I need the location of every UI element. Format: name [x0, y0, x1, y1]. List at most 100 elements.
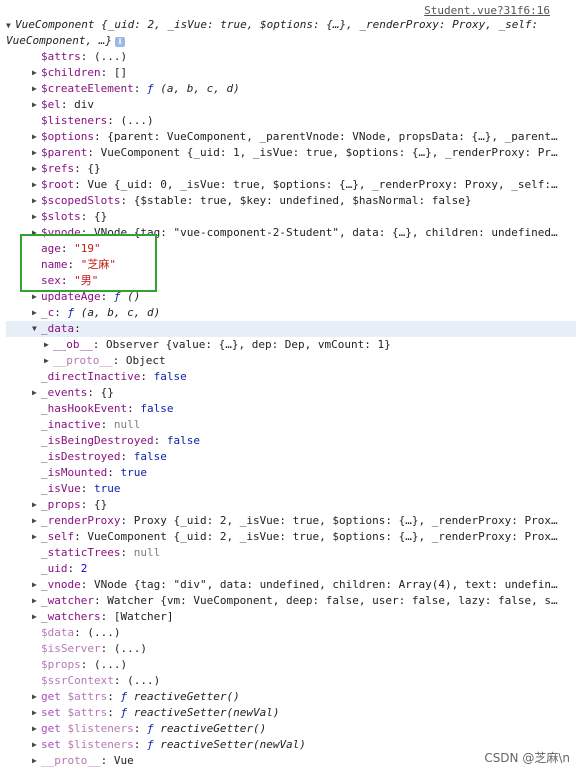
expand-triangle-icon[interactable]: ▶: [32, 81, 41, 97]
expand-triangle-icon[interactable]: ▶: [32, 385, 41, 401]
expand-triangle-icon[interactable]: ▶: [32, 129, 41, 145]
expand-triangle-icon[interactable]: ▶: [32, 145, 41, 161]
colon: :: [60, 274, 75, 287]
colon: :: [133, 82, 147, 95]
expand-triangle-icon[interactable]: ▶: [32, 305, 41, 321]
property-row-isdestroyed: _isDestroyed: false: [6, 449, 576, 465]
property-row-isvue: _isVue: true: [6, 481, 576, 497]
info-icon[interactable]: i: [114, 37, 125, 47]
colon: :: [107, 114, 121, 127]
property-value: {$stable: true, $key: undefined, $hasNor…: [133, 194, 472, 207]
property-row-self[interactable]: ▶ _self: VueComponent {_uid: 2, _isVue: t…: [6, 529, 576, 545]
property-value: ƒ reactiveGetter(): [120, 690, 240, 703]
property-value: (...): [120, 114, 154, 127]
expand-triangle-icon[interactable]: ▶: [44, 337, 53, 353]
colon: :: [74, 626, 88, 639]
expand-triangle-icon[interactable]: ▶: [32, 753, 41, 769]
colon: :: [60, 242, 75, 255]
expand-triangle-icon[interactable]: ▶: [32, 577, 41, 593]
property-value: false: [140, 402, 174, 415]
property-key: _isDestroyed: [41, 450, 121, 463]
property-row-c[interactable]: ▶ _c: ƒ (a, b, c, d): [6, 305, 576, 321]
property-value: ƒ (a, b, c, d): [146, 82, 240, 95]
property-key: __proto__: [41, 754, 101, 767]
collapse-triangle-icon[interactable]: ▼: [6, 18, 15, 33]
colon: :: [133, 738, 147, 751]
root-object-header[interactable]: ▼ VueComponent {_uid: 2, _isVue: true, $o…: [6, 17, 576, 33]
expand-triangle-icon[interactable]: ▶: [32, 193, 41, 209]
expand-triangle-icon[interactable]: ▶: [32, 209, 41, 225]
property-row-children[interactable]: ▶ $children: []: [6, 65, 576, 81]
property-row-get-attrs[interactable]: ▶ get $attrs: ƒ reactiveGetter(): [6, 689, 576, 705]
property-row-root[interactable]: ▶ $root: Vue {_uid: 0, _isVue: true, $opt…: [6, 177, 576, 193]
colon: :: [120, 546, 134, 559]
property-row-scopedslots[interactable]: ▶ $scopedSlots: {$stable: true, $key: und…: [6, 193, 576, 209]
property-row-isbeingdestroyed: _isBeingDestroyed: false: [6, 433, 576, 449]
property-value: "19": [74, 242, 101, 255]
expand-triangle-icon[interactable]: ▶: [32, 721, 41, 737]
expand-triangle-icon[interactable]: ▶: [44, 353, 53, 369]
colon: :: [60, 98, 75, 111]
property-row-options[interactable]: ▶ $options: {parent: VueComponent, _paren…: [6, 129, 576, 145]
property-row-ob[interactable]: ▶ __ob__: Observer {value: {…}, dep: Dep,…: [6, 337, 576, 353]
property-row-watcher[interactable]: ▶ _watcher: Watcher {vm: VueComponent, de…: [6, 593, 576, 609]
property-row-updateage[interactable]: ▶ updateAge: ƒ (): [6, 289, 576, 305]
property-value: Watcher {vm: VueComponent, deep: false, …: [107, 594, 558, 607]
property-row-proto[interactable]: ▶ __proto__: Object: [6, 353, 576, 369]
property-row-watchers[interactable]: ▶ _watchers: [Watcher]: [6, 609, 576, 625]
collapse-triangle-icon[interactable]: ▼: [32, 321, 41, 337]
property-row-createelement[interactable]: ▶ $createElement: ƒ (a, b, c, d): [6, 81, 576, 97]
property-row-renderproxy[interactable]: ▶ _renderProxy: Proxy {_uid: 2, _isVue: t…: [6, 513, 576, 529]
property-row-vnode[interactable]: ▶ _vnode: VNode {tag: "div", data: undefi…: [6, 577, 576, 593]
expand-triangle-icon[interactable]: ▶: [32, 65, 41, 81]
expand-triangle-icon[interactable]: ▶: [32, 689, 41, 705]
property-value: Vue {_uid: 0, _isVue: true, $options: {……: [87, 178, 558, 191]
expand-triangle-icon[interactable]: ▶: [32, 289, 41, 305]
accessor-prefix: get: [41, 722, 68, 735]
property-value: []: [113, 66, 128, 79]
expand-triangle-icon[interactable]: ▶: [32, 177, 41, 193]
property-row-set-attrs[interactable]: ▶ set $attrs: ƒ reactiveSetter(newVal): [6, 705, 576, 721]
property-key: _watchers: [41, 610, 101, 623]
property-row-events[interactable]: ▶ _events: {}: [6, 385, 576, 401]
colon: :: [67, 562, 81, 575]
property-row-directinactive: _directInactive: false: [6, 369, 576, 385]
property-row-el[interactable]: ▶ $el: div: [6, 97, 576, 113]
expand-triangle-icon[interactable]: ▶: [32, 737, 41, 753]
property-key: updateAge: [41, 290, 101, 303]
expand-triangle-icon[interactable]: ▶: [32, 97, 41, 113]
property-list: $attrs: (...) ▶ $children: [] ▶ $createEleme…: [6, 49, 576, 769]
expand-triangle-icon[interactable]: ▶: [32, 513, 41, 529]
accessor-name: $attrs: [67, 690, 108, 703]
property-value: "男": [74, 274, 99, 287]
property-value: {}: [100, 386, 114, 399]
expand-triangle-icon[interactable]: ▶: [32, 529, 41, 545]
colon: :: [93, 130, 108, 143]
property-key: set $attrs: [32, 706, 107, 719]
expand-triangle-icon[interactable]: ▶: [32, 225, 41, 241]
property-row-slots[interactable]: ▶ $slots: {}: [6, 209, 576, 225]
property-value: ƒ reactiveSetter(newVal): [120, 706, 280, 719]
property-key: _isMounted: [41, 466, 108, 479]
property-value: (...): [113, 642, 147, 655]
property-row-data[interactable]: ▼ _data:: [6, 321, 576, 337]
property-value: {}: [94, 210, 108, 223]
accessor-prefix: get: [41, 690, 68, 703]
property-row-parent[interactable]: ▶ $parent: VueComponent {_uid: 1, _isVue:…: [6, 145, 576, 161]
property-value: 2: [80, 562, 88, 575]
property-row-props[interactable]: ▶ _props: {}: [6, 497, 576, 513]
property-row-get-listeners[interactable]: ▶ get $listeners: ƒ reactiveGetter(): [6, 721, 576, 737]
property-row-refs[interactable]: ▶ $refs: {}: [6, 161, 576, 177]
property-row-hashookevent: _hasHookEvent: false: [6, 401, 576, 417]
expand-triangle-icon[interactable]: ▶: [32, 161, 41, 177]
property-value: false: [133, 450, 167, 463]
expand-triangle-icon[interactable]: ▶: [32, 705, 41, 721]
expand-triangle-icon[interactable]: ▶: [32, 497, 41, 513]
expand-triangle-icon[interactable]: ▶: [32, 609, 41, 625]
property-key: __proto__: [53, 354, 113, 367]
property-row-vnode[interactable]: ▶ $vnode: VNode {tag: "vue-component-2-St…: [6, 225, 576, 241]
source-link[interactable]: Student.vue?31f6:16: [424, 4, 550, 17]
expand-triangle-icon[interactable]: ▶: [32, 593, 41, 609]
function-icon: ƒ: [146, 82, 154, 95]
property-value: VNode {tag: "div", data: undefined, chil…: [94, 578, 558, 591]
